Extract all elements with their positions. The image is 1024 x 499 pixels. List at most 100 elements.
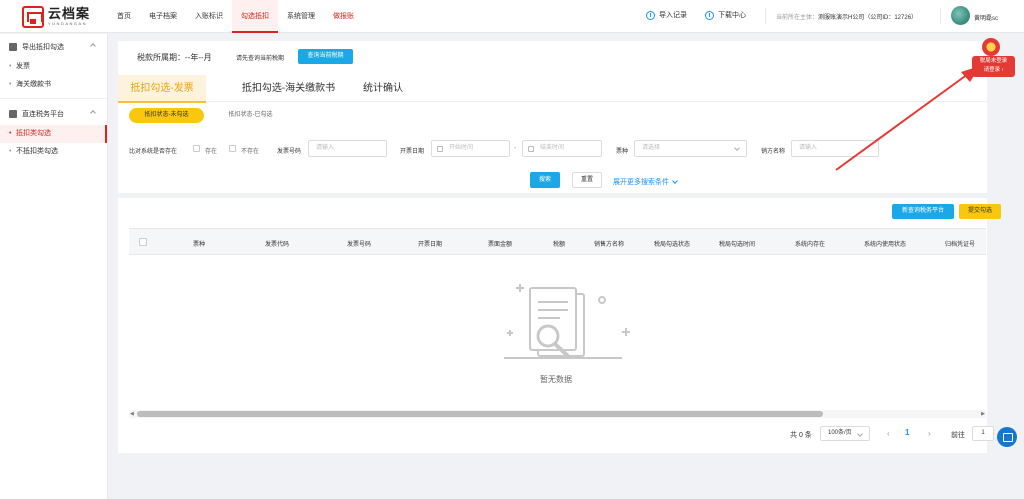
status-pill-unchecked[interactable]: 抵扣状态-未勾选	[129, 108, 204, 123]
logo-subtitle: YUNDANGAN	[48, 21, 88, 26]
chevron-down-icon	[857, 431, 863, 437]
scrollbar-thumb[interactable]	[137, 411, 823, 417]
exists-checkbox[interactable]	[193, 145, 200, 152]
search-button[interactable]: 搜索	[530, 172, 560, 188]
query-period-button[interactable]: 查询当前税期	[298, 49, 353, 64]
pagination-total: 共 0 条	[790, 432, 812, 439]
page-size-select[interactable]: 100条/页	[820, 426, 870, 441]
col-tax-check-time[interactable]: 税局勾选时间	[719, 239, 755, 248]
col-system-exists[interactable]: 系统内存在	[795, 239, 825, 248]
sidebar-group-label: 导出抵扣勾选	[22, 44, 64, 51]
page-size-value: 100条/页	[828, 430, 852, 436]
logo-name: 云档案	[48, 6, 91, 21]
sidebar-group-export[interactable]: 导出抵扣勾选	[0, 36, 107, 58]
clock-icon	[646, 10, 655, 20]
chevron-up-icon	[90, 43, 96, 49]
nav-entry-mark[interactable]: 入账标识	[186, 0, 232, 33]
company-prefix: 当前所在主体：	[776, 15, 819, 21]
status-pill-checked[interactable]: 抵扣状态-已勾选	[213, 108, 288, 123]
sidebar-item-customs[interactable]: 海关缴款书	[0, 76, 107, 94]
export-icon	[9, 43, 17, 51]
main-nav: 首页 电子档案 入账标识 勾选抵扣 系统管理 做报账	[108, 0, 363, 33]
logo-icon	[22, 5, 44, 28]
nav-reimburse[interactable]: 做报账	[324, 0, 363, 33]
exists-label: 存在	[205, 149, 218, 155]
scroll-left-icon[interactable]: ◀	[130, 411, 134, 417]
col-archive-voucher[interactable]: 归档凭证号	[945, 239, 975, 248]
chevron-down-icon	[672, 178, 678, 184]
sidebar-item-deductible[interactable]: 抵扣类勾选	[0, 125, 107, 143]
empty-data-icon	[504, 284, 630, 359]
invoice-no-label: 发票号码	[277, 149, 302, 155]
type-select[interactable]: 请选择	[634, 140, 747, 157]
chevron-down-icon	[734, 145, 740, 151]
tax-login-link[interactable]: 请登录 ›	[972, 66, 1015, 75]
reset-button[interactable]: 重置	[572, 172, 602, 188]
next-page-icon[interactable]: ›	[928, 429, 931, 438]
not-exists-label: 不存在	[241, 149, 260, 155]
app-logo[interactable]: 云档案 YUNDANGAN	[22, 4, 90, 29]
table-horizontal-scrollbar[interactable]: ◀ ▶	[129, 410, 986, 418]
arrow-annotation-icon	[835, 66, 980, 171]
tab-statistics[interactable]: 统计确认	[353, 75, 413, 102]
end-date-placeholder: 结束时间	[540, 145, 565, 151]
col-invoice-no[interactable]: 发票号码	[347, 239, 371, 248]
col-type[interactable]: 票种	[193, 239, 205, 248]
goto-label: 前往	[951, 432, 965, 439]
end-date-input[interactable]: 结束时间	[522, 140, 602, 157]
scroll-right-icon[interactable]: ▶	[981, 411, 985, 417]
sidebar-divider	[0, 98, 107, 99]
col-system-usage[interactable]: 系统内使用状态	[864, 239, 906, 248]
select-all-checkbox[interactable]	[139, 238, 147, 246]
col-amount[interactable]: 票面金额	[488, 239, 512, 248]
expand-filters-link[interactable]: 展开更多搜索条件	[613, 177, 678, 187]
submit-check-button[interactable]: 提交勾选	[959, 204, 1001, 219]
invoice-no-input[interactable]: 请输入	[308, 140, 387, 157]
tax-emblem-icon	[982, 38, 1000, 56]
nav-home[interactable]: 首页	[108, 0, 140, 33]
col-tax[interactable]: 税额	[553, 239, 565, 248]
header-divider	[940, 8, 941, 24]
nav-system-admin[interactable]: 系统管理	[278, 0, 324, 33]
tax-login-badge[interactable]: 税局未登录 请登录 ›	[972, 56, 1015, 77]
sidebar-group-direct[interactable]: 直连税务平台	[0, 103, 107, 125]
seller-label: 销方名称	[761, 149, 786, 155]
compare-label: 比对系统是否存在	[129, 149, 178, 155]
start-date-placeholder: 开始时间	[449, 145, 474, 151]
download-center-link[interactable]: 下载中心	[705, 10, 746, 20]
import-records-link[interactable]: 导入记录	[646, 10, 687, 20]
not-exists-checkbox[interactable]	[229, 145, 236, 152]
header-divider	[765, 8, 766, 24]
tax-period-hint: 请先查询当前税期	[236, 56, 285, 62]
sync-tax-platform-button[interactable]: 新查询税务平台	[892, 204, 954, 219]
current-company[interactable]: 当前所在主体：测服账演示H公司（公司ID：12726）	[776, 12, 917, 21]
col-seller[interactable]: 销售方名称	[594, 239, 624, 248]
company-name: 测服账演示H公司（公司ID：12726）	[818, 15, 918, 21]
floating-service-button[interactable]	[997, 427, 1017, 447]
user-avatar[interactable]	[951, 6, 970, 25]
sidebar-group-label: 直连税务平台	[22, 111, 64, 118]
calendar-icon	[528, 146, 534, 152]
start-date-input[interactable]: 开始时间	[431, 140, 510, 157]
type-label: 票种	[616, 149, 629, 155]
col-invoice-code[interactable]: 发票代码	[265, 239, 289, 248]
calendar-icon	[437, 146, 443, 152]
sidebar-item-non-deductible[interactable]: 不抵扣类勾选	[0, 143, 107, 161]
tab-invoice[interactable]: 抵扣勾选-发票	[118, 75, 206, 103]
chevron-up-icon	[90, 110, 96, 116]
expand-filters-label: 展开更多搜索条件	[613, 179, 669, 186]
user-name[interactable]: 黄明磊sc	[974, 13, 998, 22]
col-issue-date[interactable]: 开票日期	[418, 239, 442, 248]
download-icon	[705, 10, 714, 20]
sidebar-item-invoice[interactable]: 发票	[0, 58, 107, 76]
tab-customs[interactable]: 抵扣勾选-海关缴款书	[226, 75, 351, 102]
current-page[interactable]: 1	[905, 428, 909, 437]
nav-e-archive[interactable]: 电子档案	[140, 0, 186, 33]
sidebar: 导出抵扣勾选 发票 海关缴款书 直连税务平台 抵扣类勾选 不抵扣类勾选	[0, 34, 108, 499]
col-tax-check-status[interactable]: 税局勾选状态	[654, 239, 690, 248]
platform-icon	[9, 110, 17, 118]
prev-page-icon[interactable]: ‹	[887, 429, 890, 438]
goto-page-input[interactable]: 1	[972, 426, 994, 441]
nav-deduction-check[interactable]: 勾选抵扣	[232, 0, 278, 33]
tax-login-status: 税局未登录	[979, 58, 1008, 64]
